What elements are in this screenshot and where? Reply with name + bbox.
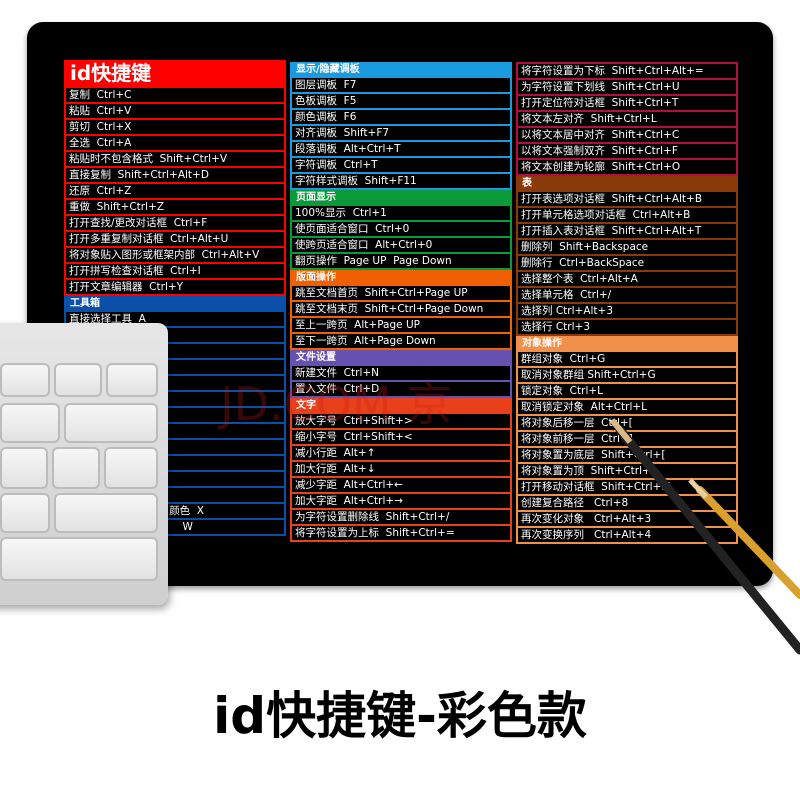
key bbox=[0, 447, 48, 489]
key bbox=[0, 537, 158, 581]
key bbox=[0, 493, 50, 533]
key bbox=[54, 363, 102, 397]
key bbox=[0, 363, 50, 397]
product-title: id快捷键-彩色款 bbox=[213, 687, 587, 745]
pencil-black-tip bbox=[609, 418, 633, 444]
key bbox=[106, 363, 158, 397]
keyboard-image bbox=[0, 323, 168, 605]
key bbox=[52, 447, 100, 489]
key bbox=[104, 447, 158, 489]
key bbox=[54, 493, 158, 533]
key bbox=[64, 403, 158, 443]
pencil-black bbox=[615, 425, 800, 655]
key bbox=[0, 403, 60, 443]
